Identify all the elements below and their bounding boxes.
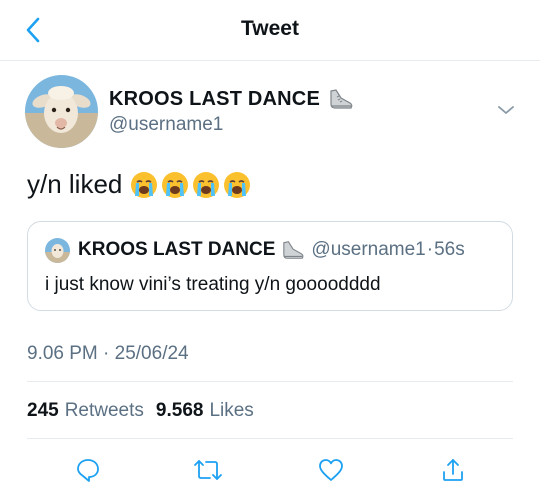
author-handle[interactable]: @username1 bbox=[109, 114, 223, 136]
quote-header: KROOS LAST DANCE @username1 · 56s bbox=[78, 239, 465, 261]
divider bbox=[27, 381, 513, 382]
reply-icon bbox=[75, 457, 101, 483]
page-title: Tweet bbox=[241, 17, 299, 40]
tweet-menu-button[interactable] bbox=[494, 100, 518, 120]
quote-time: 56s bbox=[434, 239, 465, 260]
like-button[interactable] bbox=[315, 454, 347, 486]
sneaker-icon bbox=[281, 239, 305, 261]
chevron-down-icon bbox=[494, 100, 518, 120]
action-bar bbox=[0, 450, 540, 486]
crying-face-icon bbox=[223, 171, 251, 199]
share-icon bbox=[440, 457, 466, 483]
author-name-row[interactable]: KROOS LAST DANCE bbox=[109, 87, 354, 111]
likes-label[interactable]: Likes bbox=[209, 400, 253, 422]
quoted-tweet[interactable]: KROOS LAST DANCE @username1 · 56s i just k… bbox=[27, 221, 513, 311]
tweet-text: y/n liked bbox=[27, 169, 123, 199]
tweet-timestamp[interactable]: 9.06 PM · 25/06/24 bbox=[27, 343, 189, 365]
crying-face-icon bbox=[161, 171, 189, 199]
likes-count: 9.568 bbox=[155, 400, 204, 421]
quote-separator: · bbox=[426, 239, 434, 260]
share-button[interactable] bbox=[437, 454, 469, 486]
retweet-icon bbox=[193, 457, 223, 483]
quote-author-handle: @username1 bbox=[311, 239, 426, 260]
quote-author-name: KROOS LAST DANCE bbox=[78, 239, 276, 260]
sneaker-icon bbox=[328, 87, 354, 111]
crying-face-icon bbox=[192, 171, 220, 199]
crying-face-icon bbox=[130, 171, 158, 199]
divider bbox=[27, 438, 513, 439]
retweets-count: 245 bbox=[27, 400, 59, 421]
emoji-group bbox=[130, 171, 251, 199]
quote-avatar bbox=[45, 238, 70, 263]
retweet-button[interactable] bbox=[192, 454, 224, 486]
reply-button[interactable] bbox=[72, 454, 104, 486]
author-name: KROOS LAST DANCE bbox=[109, 87, 320, 110]
avatar[interactable] bbox=[25, 75, 98, 148]
top-bar: Tweet bbox=[0, 0, 540, 61]
retweets-label[interactable]: Retweets bbox=[65, 400, 144, 422]
heart-icon bbox=[318, 458, 344, 482]
tweet-body: y/n liked bbox=[27, 169, 251, 200]
quote-text: i just know vini’s treating y/n gooooddd… bbox=[45, 274, 381, 295]
tweet-stats: 245 Retweets 9.568 Likes bbox=[27, 400, 260, 422]
